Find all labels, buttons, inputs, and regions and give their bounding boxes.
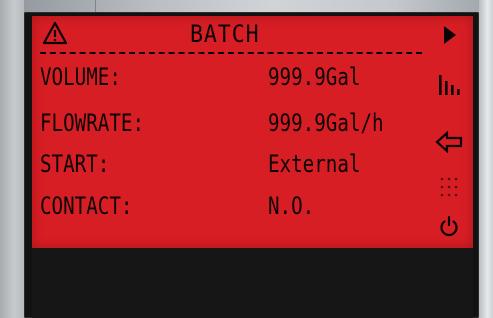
play-right-icon[interactable]	[442, 24, 458, 46]
back-arrow-icon[interactable]	[434, 129, 464, 155]
lcd-screen: BATCH VOLUME: 999.9Gal FLOWRATE: 999.9Ga…	[32, 16, 473, 248]
volume-label: VOLUME:	[40, 63, 121, 91]
start-value[interactable]: External	[268, 150, 360, 178]
housing-seam	[95, 0, 96, 12]
flowrate-value[interactable]: 999.9Gal/h	[268, 109, 384, 137]
dot-grid-icon[interactable]	[438, 174, 460, 200]
power-icon[interactable]	[438, 214, 460, 238]
title-divider	[40, 52, 422, 54]
flowrate-label: FLOWRATE:	[40, 109, 145, 137]
housing-left-edge	[0, 0, 24, 318]
warning-icon	[42, 21, 68, 45]
bar-graph-icon[interactable]	[437, 73, 463, 97]
screen-title: BATCH	[190, 20, 260, 48]
start-label: START:	[40, 150, 110, 178]
volume-value[interactable]: 999.9Gal	[268, 63, 360, 91]
housing-right-edge	[479, 0, 493, 318]
display-unused-area	[32, 248, 473, 318]
contact-label: CONTACT:	[40, 192, 133, 220]
contact-value[interactable]: N.O.	[268, 192, 314, 220]
